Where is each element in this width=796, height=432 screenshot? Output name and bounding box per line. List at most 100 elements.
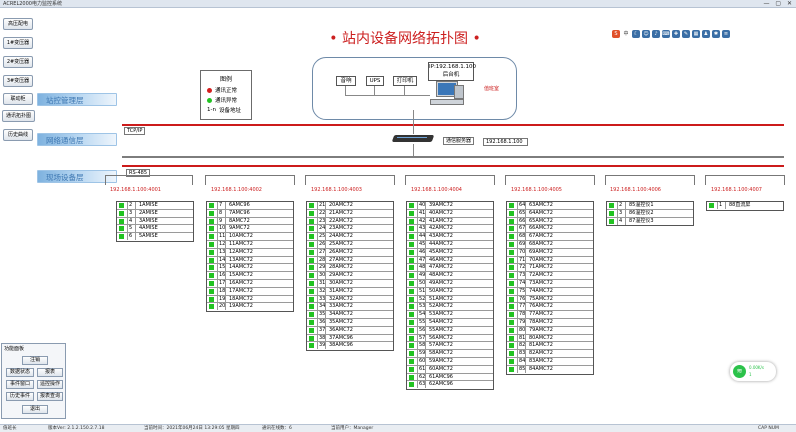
exit-button[interactable]: 退出 xyxy=(22,405,48,414)
device-row[interactable]: 26 25AMC72 xyxy=(307,240,393,249)
device-row[interactable]: 72 71AMC72 xyxy=(507,264,593,273)
sidebar-btn-t3[interactable]: 3#变压器 xyxy=(3,75,33,87)
device-row[interactable]: 84 83AMC72 xyxy=(507,357,593,366)
device-row[interactable]: 21 20AMC72 xyxy=(307,202,393,210)
device-row[interactable]: 67 66AMC72 xyxy=(507,225,593,234)
smile-icon[interactable]: ☺ xyxy=(642,30,650,38)
tools-icon[interactable]: ✱ xyxy=(712,30,720,38)
device-row[interactable]: 44 43AMC72 xyxy=(407,233,493,241)
device-row[interactable]: 31 30AMC72 xyxy=(307,279,393,288)
network-speed-widget[interactable]: ≋ 0.00K/s 1 xyxy=(730,362,776,381)
sidebar-btn-link[interactable]: 联动柜 xyxy=(3,93,33,105)
device-row[interactable]: 18 17AMC72 xyxy=(207,287,293,296)
device-row[interactable]: 5 4AMISE xyxy=(117,225,193,234)
sogou-icon[interactable]: S xyxy=(612,30,620,38)
device-row[interactable]: 24 23AMC72 xyxy=(307,225,393,234)
device-row[interactable]: 41 40AMC72 xyxy=(407,209,493,218)
device-row[interactable]: 51 50AMC72 xyxy=(407,287,493,296)
device-row[interactable]: 70 69AMC72 xyxy=(507,248,593,257)
user-icon[interactable]: ♟ xyxy=(702,30,710,38)
device-row[interactable]: 8 7AMC96 xyxy=(207,209,293,218)
moon-icon[interactable]: ☾ xyxy=(632,30,640,38)
device-row[interactable]: 12 11AMC72 xyxy=(207,240,293,249)
device-row[interactable]: 54 53AMC72 xyxy=(407,311,493,319)
mic-icon[interactable]: ♪ xyxy=(652,30,660,38)
audio-box[interactable]: 音响 xyxy=(336,76,356,86)
device-row[interactable]: 82 81AMC72 xyxy=(507,342,593,351)
device-row[interactable]: 43 42AMC72 xyxy=(407,225,493,234)
event-window-button[interactable]: 事件窗口 xyxy=(6,380,34,389)
device-row[interactable]: 66 65AMC72 xyxy=(507,217,593,226)
device-row[interactable]: 57 56AMC72 xyxy=(407,334,493,343)
device-row[interactable]: 17 16AMC72 xyxy=(207,279,293,288)
grid-icon[interactable]: ▦ xyxy=(692,30,700,38)
device-row[interactable]: 85 84AMC72 xyxy=(507,365,593,374)
device-row[interactable]: 34 33AMC72 xyxy=(307,303,393,312)
window-controls[interactable]: — ▢ ✕ xyxy=(763,0,794,8)
sidebar-btn-t2[interactable]: 2#变压器 xyxy=(3,56,33,68)
device-row[interactable]: 63 62AMC96 xyxy=(407,381,493,389)
device-row[interactable]: 16 15AMC72 xyxy=(207,272,293,280)
device-row[interactable]: 2 85温控仪1 xyxy=(607,202,693,210)
sidebar-btn-hv[interactable]: 高压配电 xyxy=(3,18,33,30)
device-row[interactable]: 53 52AMC72 xyxy=(407,303,493,312)
device-row[interactable]: 9 8AMC72 xyxy=(207,217,293,226)
device-row[interactable]: 15 14AMC72 xyxy=(207,264,293,273)
device-row[interactable]: 22 21AMC72 xyxy=(307,209,393,218)
device-row[interactable]: 81 80AMC72 xyxy=(507,334,593,343)
device-row[interactable]: 64 63AMC72 xyxy=(507,202,593,210)
device-row[interactable]: 4 3AMISE xyxy=(117,217,193,226)
device-row[interactable]: 55 54AMC72 xyxy=(407,318,493,327)
menu-icon[interactable]: ≡ xyxy=(722,30,730,38)
logout-button[interactable]: 注销 xyxy=(22,356,48,365)
device-row[interactable]: 2 1AMISE xyxy=(117,202,193,210)
device-row[interactable]: 75 74AMC72 xyxy=(507,287,593,296)
device-row[interactable]: 79 78AMC72 xyxy=(507,318,593,327)
device-row[interactable]: 19 18AMC72 xyxy=(207,295,293,304)
device-row[interactable]: 35 34AMC72 xyxy=(307,311,393,319)
device-row[interactable]: 74 73AMC72 xyxy=(507,279,593,288)
device-row[interactable]: 58 57AMC72 xyxy=(407,342,493,351)
data-status-button[interactable]: 数据状态 xyxy=(6,368,34,377)
device-row[interactable]: 27 26AMC72 xyxy=(307,248,393,257)
device-row[interactable]: 80 79AMC72 xyxy=(507,326,593,335)
device-row[interactable]: 68 67AMC72 xyxy=(507,233,593,241)
device-row[interactable]: 65 64AMC72 xyxy=(507,209,593,218)
device-row[interactable]: 7 6AMC96 xyxy=(207,202,293,210)
device-row[interactable]: 69 68AMC72 xyxy=(507,240,593,249)
lang-icon[interactable]: 中 xyxy=(622,30,630,38)
device-row[interactable]: 3 86温控仪2 xyxy=(607,209,693,218)
report-button[interactable]: 报表 xyxy=(37,368,63,377)
device-row[interactable]: 76 75AMC72 xyxy=(507,295,593,304)
remote-control-button[interactable]: 遥控操作 xyxy=(37,380,63,389)
device-row[interactable]: 33 32AMC72 xyxy=(307,295,393,304)
device-row[interactable]: 40 39AMC72 xyxy=(407,202,493,210)
device-row[interactable]: 50 49AMC72 xyxy=(407,279,493,288)
device-row[interactable]: 36 35AMC72 xyxy=(307,318,393,327)
device-row[interactable]: 23 22AMC72 xyxy=(307,217,393,226)
device-row[interactable]: 60 59AMC72 xyxy=(407,357,493,366)
sidebar-btn-topology[interactable]: 通讯拓扑图 xyxy=(2,110,35,122)
device-row[interactable]: 14 13AMC72 xyxy=(207,256,293,265)
device-row[interactable]: 77 76AMC72 xyxy=(507,303,593,312)
device-row[interactable]: 48 47AMC72 xyxy=(407,264,493,273)
device-row[interactable]: 47 46AMC72 xyxy=(407,256,493,265)
device-row[interactable]: 29 28AMC72 xyxy=(307,264,393,273)
shirt-icon[interactable]: ✚ xyxy=(672,30,680,38)
device-row[interactable]: 13 12AMC72 xyxy=(207,248,293,257)
device-row[interactable]: 52 51AMC72 xyxy=(407,295,493,304)
device-row[interactable]: 78 77AMC72 xyxy=(507,311,593,319)
device-row[interactable]: 25 24AMC72 xyxy=(307,233,393,241)
device-row[interactable]: 49 48AMC72 xyxy=(407,272,493,280)
device-row[interactable]: 30 29AMC72 xyxy=(307,272,393,280)
device-row[interactable]: 1 88直流屏 xyxy=(707,202,783,210)
device-row[interactable]: 46 45AMC72 xyxy=(407,248,493,257)
keyboard-icon[interactable]: ⌨ xyxy=(662,30,670,38)
brush-icon[interactable]: ✎ xyxy=(682,30,690,38)
device-row[interactable]: 37 36AMC72 xyxy=(307,326,393,335)
device-row[interactable]: 11 10AMC72 xyxy=(207,233,293,241)
sidebar-btn-history[interactable]: 历史曲线 xyxy=(3,129,33,141)
device-row[interactable]: 45 44AMC72 xyxy=(407,240,493,249)
history-event-button[interactable]: 历史事件 xyxy=(6,392,34,401)
device-row[interactable]: 83 82AMC72 xyxy=(507,350,593,358)
